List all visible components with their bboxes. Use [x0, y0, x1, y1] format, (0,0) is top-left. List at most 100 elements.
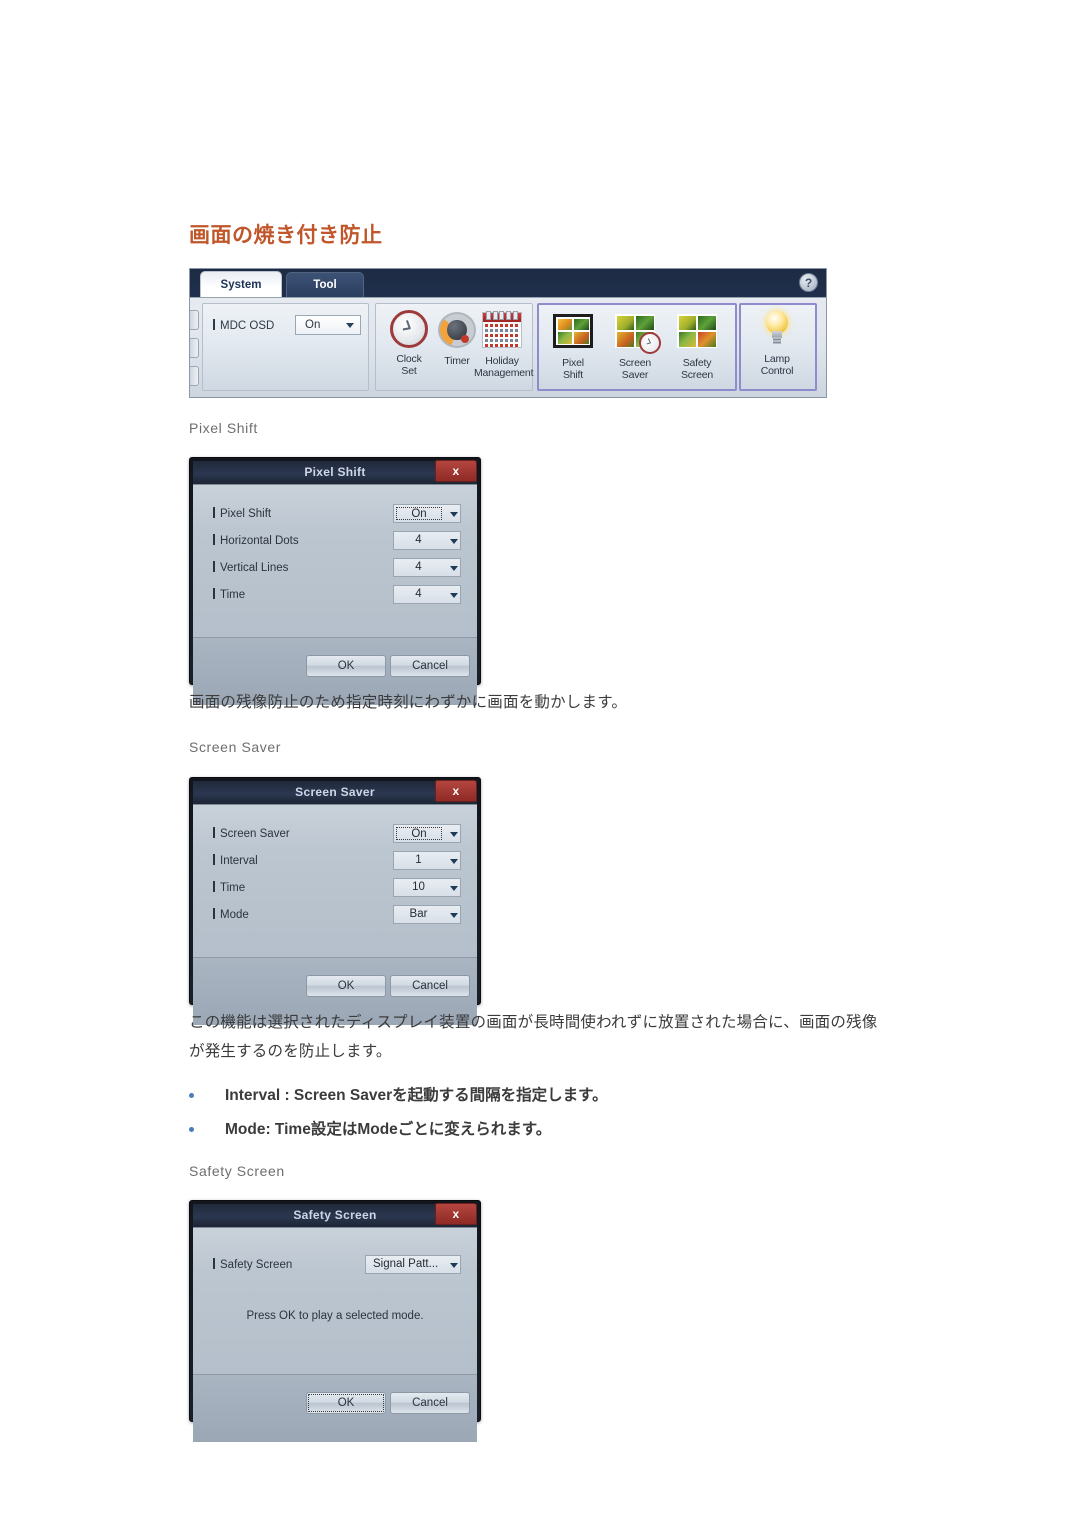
select-value: Bar [409, 908, 428, 920]
chevron-down-icon [450, 538, 458, 544]
cancel-button[interactable]: Cancel [390, 1392, 470, 1414]
select-value: 4 [415, 588, 422, 600]
pixel-shift-description: 画面の残像防止のため指定時刻にわずかに画面を動かします。 [189, 694, 628, 711]
select-value: 4 [415, 561, 422, 573]
group-lamp-control: Lamp Control [739, 303, 817, 391]
field-vertical-lines: Vertical Lines 4 [213, 558, 461, 578]
subsection-label-pixel-shift: Pixel Shift [189, 420, 258, 436]
ribbon-item-label: Safety Screen [680, 357, 714, 381]
close-icon[interactable]: x [435, 1203, 477, 1225]
field-label: Time [213, 878, 245, 898]
subsection-label-screen-saver: Screen Saver [189, 739, 282, 755]
timer-icon [436, 312, 478, 354]
dialog-title: Screen Saver x [193, 780, 477, 804]
ribbon-item-label: Lamp Control [760, 353, 794, 377]
mdc-osd-label: MDC OSD [213, 319, 274, 332]
dialog-body: Pixel Shift On Horizontal Dots 4 Vertica… [193, 484, 477, 637]
ribbon-item-screen-saver[interactable]: Screen Saver [606, 309, 664, 381]
ribbon-side-stub [190, 366, 199, 386]
close-icon[interactable]: x [435, 460, 477, 482]
ribbon-side-stub [190, 310, 199, 330]
field-label: Time [213, 585, 245, 605]
lamp-icon [756, 310, 798, 352]
bullet-icon [189, 1093, 194, 1098]
time-select[interactable]: 4 [393, 585, 461, 604]
chevron-down-icon [450, 1262, 458, 1268]
dialog-body: Screen Saver On Interval 1 Time 10 Mode … [193, 804, 477, 957]
screen-saver-description-line2: が発生するのを防止します。 [189, 1043, 392, 1060]
dialog-title: Safety Screen x [193, 1203, 477, 1227]
list-item: Interval : Screen Saverを起動する間隔を指定します。 [189, 1081, 989, 1115]
list-item-label: Mode: Time設定はModeごとに変えられます。 [225, 1121, 552, 1138]
page-title: 画面の焼き付き防止 [189, 224, 383, 247]
dialog-title: Pixel Shift x [193, 460, 477, 484]
subsection-label-safety-screen: Safety Screen [189, 1163, 285, 1179]
clock-icon [388, 310, 430, 352]
ribbon-item-lamp-control[interactable]: Lamp Control [748, 309, 806, 377]
time-select[interactable]: 10 [393, 878, 461, 897]
field-label: Interval [213, 851, 258, 871]
field-label: Vertical Lines [213, 558, 288, 578]
tab-tool[interactable]: Tool [286, 272, 364, 297]
mdc-osd-value: On [305, 319, 321, 331]
bullet-icon [189, 1127, 194, 1132]
ribbon-body: MDC OSD On Clock Set Timer Holiday Manag… [190, 297, 826, 397]
screen-saver-icon [614, 314, 661, 356]
document-page: 画面の焼き付き防止 System Tool ? MDC OSD On Clock… [0, 0, 1080, 1527]
mdc-ribbon: System Tool ? MDC OSD On Clock Set Timer… [189, 268, 827, 398]
chevron-down-icon [450, 565, 458, 571]
interval-select[interactable]: 1 [393, 851, 461, 870]
help-icon[interactable]: ? [799, 273, 818, 292]
select-value: 1 [415, 854, 422, 866]
horizontal-dots-select[interactable]: 4 [393, 531, 461, 550]
select-value: 4 [415, 534, 422, 546]
calendar-icon [481, 311, 523, 354]
group-time-tools: Clock Set Timer Holiday Management [375, 303, 533, 391]
chevron-down-icon [450, 912, 458, 918]
ribbon-tab-strip: System Tool ? [190, 269, 826, 298]
pixel-shift-icon [552, 314, 594, 356]
dialog-body: Safety Screen Signal Patt... Press OK to… [193, 1227, 477, 1374]
chevron-down-icon [450, 858, 458, 864]
screen-saver-dialog: Screen Saver x Screen Saver On Interval … [189, 777, 481, 1025]
chevron-down-icon [450, 592, 458, 598]
safety-screen-dialog: Safety Screen x Safety Screen Signal Pat… [189, 1200, 481, 1442]
cancel-button[interactable]: Cancel [390, 655, 470, 677]
dialog-footer: OK Cancel [193, 1374, 477, 1442]
ribbon-item-label: Holiday Management [474, 355, 534, 379]
screen-saver-select[interactable]: On [393, 824, 461, 843]
field-horizontal-dots: Horizontal Dots 4 [213, 531, 461, 551]
field-label: Safety Screen [213, 1255, 292, 1275]
field-label: Screen Saver [213, 824, 290, 844]
mdc-osd-select[interactable]: On [295, 315, 361, 335]
ribbon-item-safety-screen[interactable]: Safety Screen [668, 309, 726, 381]
field-screen-saver: Screen Saver On [213, 824, 461, 844]
ok-button[interactable]: OK [306, 1392, 386, 1414]
field-interval: Interval 1 [213, 851, 461, 871]
group-mdc-osd: MDC OSD On [202, 303, 369, 391]
field-time: Time 4 [213, 585, 461, 605]
ok-button[interactable]: OK [306, 655, 386, 677]
ribbon-item-holiday-management[interactable]: Holiday Management [474, 308, 534, 379]
list-item-label: Interval : Screen Saverを起動する間隔を指定します。 [225, 1087, 608, 1104]
safety-screen-select[interactable]: Signal Patt... [365, 1255, 461, 1274]
label-tick [213, 319, 215, 330]
group-screen-protection: Pixel Shift Screen Saver Safety Screen [537, 303, 737, 391]
mode-select[interactable]: Bar [393, 905, 461, 924]
tab-system[interactable]: System [200, 271, 282, 298]
close-icon[interactable]: x [435, 780, 477, 802]
ok-button[interactable]: OK [306, 975, 386, 997]
vertical-lines-select[interactable]: 4 [393, 558, 461, 577]
ribbon-side-stub [190, 338, 199, 358]
field-label: Mode [213, 905, 249, 925]
safety-screen-note: Press OK to play a selected mode. [246, 1310, 424, 1322]
select-value: 10 [412, 881, 425, 893]
ribbon-item-pixel-shift[interactable]: Pixel Shift [544, 309, 602, 381]
chevron-down-icon [450, 831, 458, 837]
field-safety-screen: Safety Screen Signal Patt... [213, 1255, 461, 1275]
chevron-down-icon [450, 885, 458, 891]
field-mode: Mode Bar [213, 905, 461, 925]
pixel-shift-select[interactable]: On [393, 504, 461, 523]
cancel-button[interactable]: Cancel [390, 975, 470, 997]
field-label: Horizontal Dots [213, 531, 299, 551]
